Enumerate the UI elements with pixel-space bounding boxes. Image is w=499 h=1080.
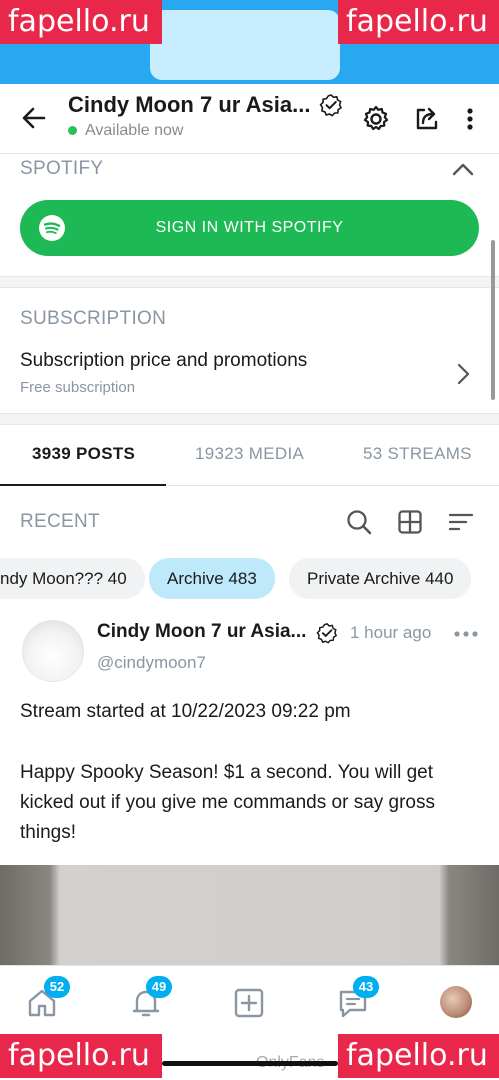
active-tab-indicator <box>0 484 166 486</box>
status-text: Available now <box>85 122 184 139</box>
collection-chip-private-archive[interactable]: Private Archive 440 <box>289 558 472 599</box>
scrollbar[interactable] <box>491 240 495 400</box>
add-post-icon[interactable] <box>232 986 266 1020</box>
subscription-row-title: Subscription price and promotions <box>20 350 308 371</box>
watermark: fapello.ru <box>0 0 162 44</box>
post-author-avatar[interactable] <box>22 620 84 682</box>
verified-icon <box>319 94 342 117</box>
grid-view-icon[interactable] <box>396 508 424 536</box>
profile-tabs: 3939 POSTS 19323 MEDIA 53 STREAMS <box>0 424 499 486</box>
collection-chip[interactable]: ndy Moon??? 40 <box>0 558 145 599</box>
share-icon[interactable] <box>412 104 442 134</box>
profile-avatar[interactable] <box>440 986 472 1018</box>
post-timestamp: 1 hour ago <box>350 623 432 642</box>
spotify-button-label: SIGN IN WITH SPOTIFY <box>155 219 344 236</box>
spotify-logo-icon <box>39 215 65 241</box>
watermark: fapello.ru <box>338 0 499 44</box>
subscription-row-subtitle: Free subscription <box>20 379 136 396</box>
notifications-badge: 49 <box>146 976 172 998</box>
page-title: Cindy Moon 7 ur Asia... <box>68 92 311 117</box>
messages-badge: 43 <box>353 976 379 998</box>
more-options-icon[interactable] <box>455 104 485 134</box>
post-author-name[interactable]: Cindy Moon 7 ur Asia... <box>97 621 309 643</box>
online-dot <box>68 126 77 136</box>
settings-gear-icon[interactable] <box>361 104 391 134</box>
post-text-body: Happy Spooky Season! $1 a second. You wi… <box>20 762 436 843</box>
home-badge: 52 <box>44 976 70 998</box>
profile-header: Cindy Moon 7 ur Asia... Available now <box>0 84 499 154</box>
subscription-price-row[interactable]: Subscription price and promotions Free s… <box>0 345 499 405</box>
chevron-right-icon <box>457 363 470 385</box>
recent-label: RECENT <box>20 511 100 532</box>
header-title-block: Cindy Moon 7 ur Asia... Available now <box>68 92 353 140</box>
availability-status: Available now <box>68 122 353 140</box>
search-icon[interactable] <box>345 508 373 536</box>
system-home-indicator[interactable] <box>162 1061 338 1066</box>
spotify-section-title: SPOTIFY <box>20 158 104 179</box>
sort-icon[interactable] <box>447 508 475 536</box>
tab-media[interactable]: 19323 MEDIA <box>195 444 304 464</box>
tab-posts[interactable]: 3939 POSTS <box>32 444 135 464</box>
spotify-sign-in-button[interactable]: SIGN IN WITH SPOTIFY <box>20 200 479 256</box>
banner-image <box>150 10 340 80</box>
collection-chip-archive[interactable]: Archive 483 <box>149 558 275 599</box>
back-arrow-icon[interactable] <box>18 102 50 134</box>
subscription-section-title: SUBSCRIPTION <box>20 308 167 329</box>
post-media-image[interactable] <box>0 865 499 965</box>
section-divider <box>0 276 499 288</box>
watermark: fapello.ru <box>338 1034 499 1078</box>
post-text-line: Stream started at 10/22/2023 09:22 pm <box>20 701 351 722</box>
verified-icon <box>316 623 338 644</box>
watermark: fapello.ru <box>0 1034 162 1078</box>
tab-streams[interactable]: 53 STREAMS <box>363 444 472 464</box>
chevron-up-icon[interactable] <box>450 158 476 180</box>
post-more-options-icon[interactable] <box>452 622 480 646</box>
post-author-handle[interactable]: @cindymoon7 <box>97 653 206 673</box>
